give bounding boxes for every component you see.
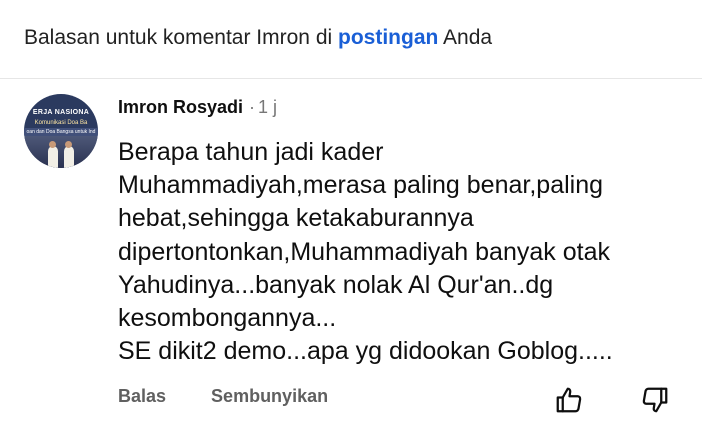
divider [0,78,702,79]
avatar[interactable]: ERJA NASIONA Komunikasi Doa Ba oan dan D… [24,94,98,168]
avatar-person-head [65,141,72,148]
avatar-text-line-3: oan dan Doa Bangsa untuk Ind [24,128,98,136]
meta-separator: · [249,97,256,117]
post-link[interactable]: postingan [338,26,438,49]
hide-button[interactable]: Sembunyikan [211,386,328,406]
avatar-person-head [49,141,56,148]
avatar-person [64,146,74,168]
comment-line: dipertontonkan,Muhammadiyah banyak otak [118,237,610,266]
comment-line: kesombongannya... [118,304,337,333]
comment-line: Yahudinya...banyak nolak Al Qur'an..dg [118,270,554,299]
reply-button[interactable]: Balas [118,386,166,406]
avatar-text-line-2: Komunikasi Doa Ba [34,120,88,126]
author-name[interactable]: Imron Rosyadi [118,97,243,117]
header-text: Balasan untuk komentar Imron di [24,26,338,49]
avatar-person [48,146,58,168]
avatar-photo-stage [24,136,98,168]
comment-text: Berapa tahun jadi kader Muhammadiyah,mer… [118,136,688,368]
dislike-button[interactable] [638,383,672,417]
like-button[interactable] [552,383,586,417]
thumbs-up-icon [556,387,582,413]
notification-header: Balasan untuk komentar Imron di postinga… [24,26,492,50]
comment-line: Berapa tahun jadi kader [118,138,384,166]
comment-time: 1 j [258,97,278,117]
header-suffix: Anda [438,26,493,49]
comment-line: SE dikit2 demo...apa yg didookan Goblog.… [118,337,613,366]
comment-line: hebat,sehingga ketakaburannya [118,204,474,233]
comment-meta: Imron Rosyadi · 1 j [118,97,277,118]
avatar-text-line-1: ERJA NASIONA [32,109,90,116]
thumbs-down-icon [642,387,668,413]
comment-line: Muhammadiyah,merasa paling benar,paling [118,171,604,200]
comment-actions: Balas Sembunyikan [118,386,328,407]
